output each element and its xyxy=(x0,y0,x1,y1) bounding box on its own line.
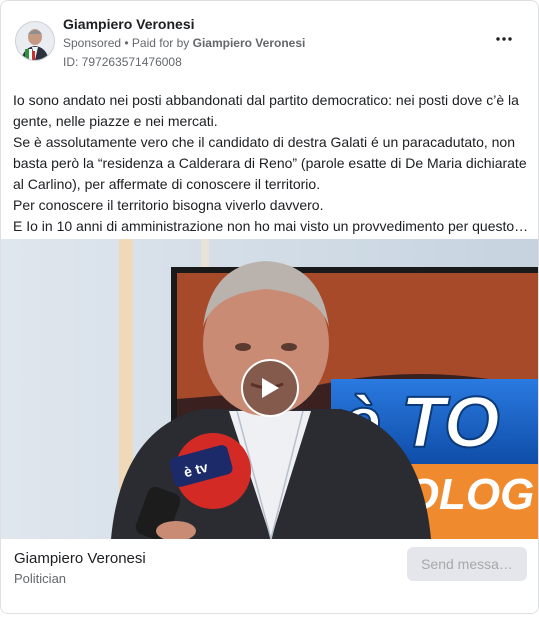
paid-for-prefix: Paid for by xyxy=(131,36,193,50)
body-line: Se è assolutamente vero che il candidato… xyxy=(13,134,515,150)
body-line: gente, nelle piazze e nei mercati. xyxy=(13,113,218,129)
body-line: al Carlino), per affermate di conoscere … xyxy=(13,176,321,192)
avatar[interactable] xyxy=(15,21,55,61)
sponsored-line: Sponsored • Paid for by Giampiero Verone… xyxy=(63,36,305,50)
more-horizontal-icon xyxy=(496,37,512,41)
play-button[interactable] xyxy=(241,359,299,417)
meta-separator: • xyxy=(121,36,132,50)
ad-card: Giampiero Veronesi Sponsored • Paid for … xyxy=(0,0,539,614)
video-player[interactable]: è TO BOLOG è tv xyxy=(1,239,538,539)
send-message-button[interactable]: Send messa… xyxy=(407,547,527,581)
post-header: Giampiero Veronesi Sponsored • Paid for … xyxy=(13,15,526,75)
ad-body-text: Io sono andato nei posti abbandonati dal… xyxy=(13,90,528,237)
page-name[interactable]: Giampiero Veronesi xyxy=(63,16,195,32)
footer-category: Politician xyxy=(14,571,67,586)
body-line: Per conoscere il territorio bisogna vive… xyxy=(13,197,324,213)
sponsored-label: Sponsored xyxy=(63,36,122,50)
body-line: E Io in 10 anni di amministrazione non h… xyxy=(13,218,528,234)
paid-by-name: Giampiero Veronesi xyxy=(192,36,306,50)
ad-footer: Giampiero Veronesi Politician Send messa… xyxy=(1,539,538,613)
footer-page-name[interactable]: Giampiero Veronesi xyxy=(14,550,146,567)
more-options-button[interactable] xyxy=(492,29,516,49)
play-icon xyxy=(262,378,279,398)
body-line: Io sono andato nei posti abbandonati dal… xyxy=(13,92,519,108)
avatar-photo xyxy=(16,22,54,60)
body-line: basta però la “residenza a Calderara di … xyxy=(13,155,527,171)
ad-id: ID: 797263571476008 xyxy=(63,55,182,69)
